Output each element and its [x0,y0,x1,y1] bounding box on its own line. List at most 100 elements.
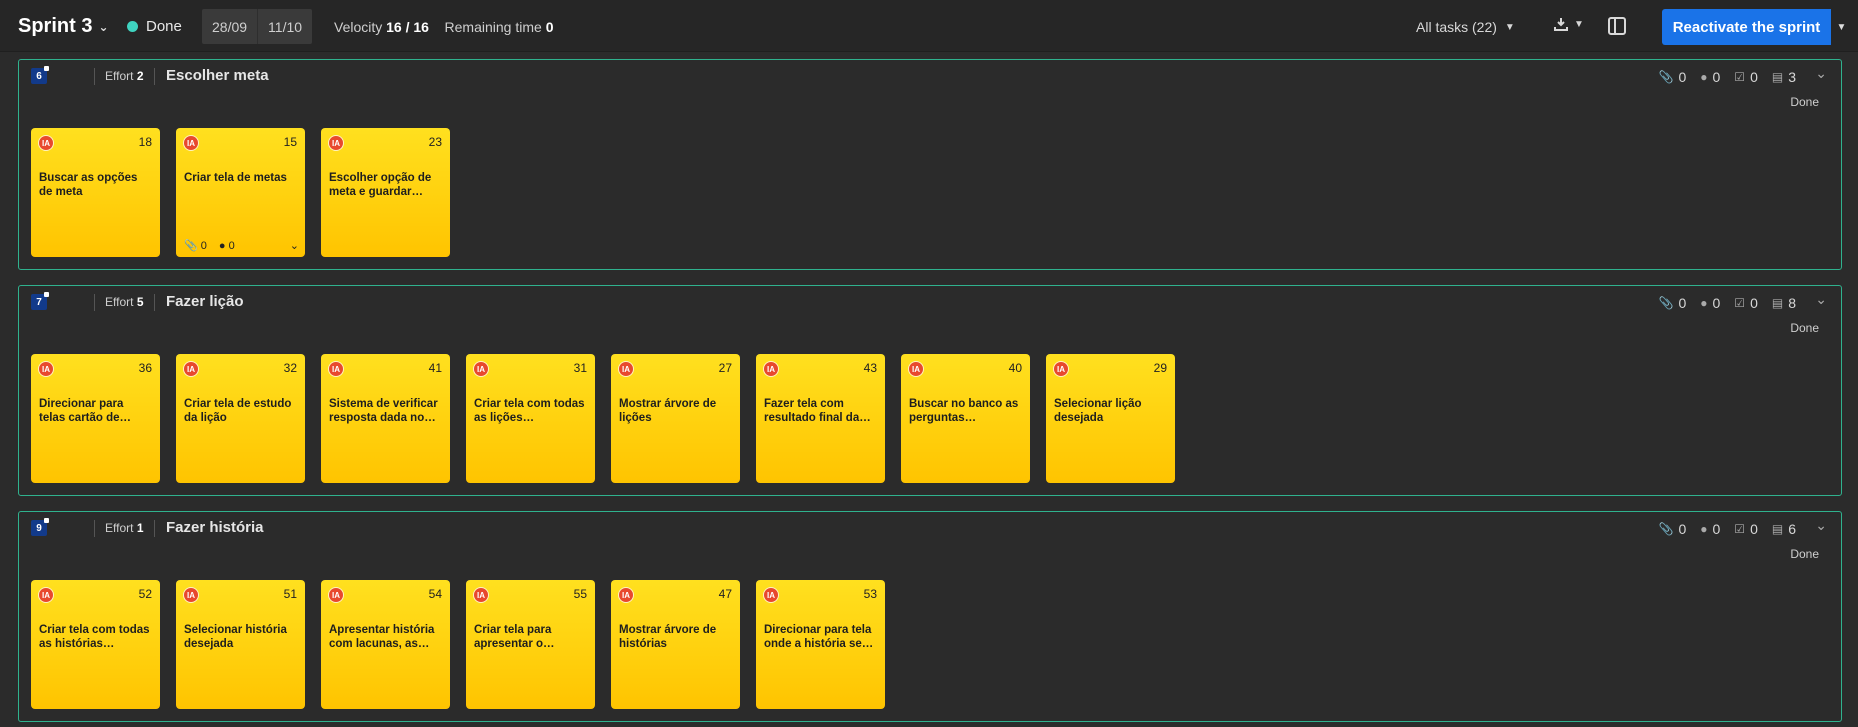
collapse-chevron-icon[interactable]: ⌄ [1815,65,1827,82]
task-card[interactable]: IA 55 Criar tela para apresentar o… [466,580,595,709]
task-card[interactable]: IA 43 Fazer tela com resultado final da… [756,354,885,483]
expand-chevron-icon[interactable]: ⌄ [290,239,299,252]
toggle-panel-icon[interactable] [1608,17,1626,35]
start-date[interactable]: 28/09 [202,9,257,44]
avatar[interactable]: IA [618,587,634,603]
story-effort[interactable]: Effort 5 [105,295,144,309]
task-number: 54 [428,587,442,601]
task-card[interactable]: IA 53 Direcionar para tela onde a histór… [756,580,885,709]
task-title: Buscar no banco as perguntas… [909,398,1019,424]
sprint-dates[interactable]: 28/09 11/10 [202,9,313,44]
task-card[interactable]: IA 32 Criar tela de estudo da lição [176,354,305,483]
task-card[interactable]: IA 47 Mostrar árvore de histórias [611,580,740,709]
reactivate-options-button[interactable]: ▼ [1831,9,1852,45]
avatar[interactable]: IA [763,361,779,377]
task-number: 31 [573,361,587,375]
story-number-badge[interactable]: 7 [31,292,49,310]
avatar[interactable]: IA [618,361,634,377]
task-card[interactable]: IA 18 Buscar as opções de meta [31,128,160,257]
download-icon [1554,18,1568,31]
sprint-selector[interactable]: Sprint 3 ⌄ [18,15,109,38]
paperclip-icon: 📎 [1658,70,1674,84]
story-number-badge[interactable]: 9 [31,518,49,536]
task-card[interactable]: IA 40 Buscar no banco as perguntas… [901,354,1030,483]
task-card[interactable]: IA 54 Apresentar história com lacunas, a… [321,580,450,709]
task-card[interactable]: IA 23 Escolher opção de meta e guardar… [321,128,450,257]
comment-icon: ● [1700,296,1708,310]
story-header[interactable]: 7 Effort 5 Fazer lição 📎 0 ● 0 ☑ 0 ▤ 8 ⌄ [19,286,1841,316]
comment-icon: ● [1700,522,1708,536]
task-number: 52 [138,587,152,601]
collapse-chevron-icon[interactable]: ⌄ [1815,291,1827,308]
avatar[interactable]: IA [183,135,199,151]
tasks-icon: ▤ [1771,522,1784,536]
story-effort[interactable]: Effort 1 [105,521,144,535]
avatar[interactable]: IA [908,361,924,377]
divider [94,294,95,311]
remaining-label: Remaining time [444,19,542,35]
velocity-value: 16 / 16 [386,19,429,35]
task-number: 32 [283,361,297,375]
checklist-count: ☑ 0 [1734,295,1758,311]
avatar[interactable]: IA [38,361,54,377]
avatar[interactable]: IA [328,135,344,151]
comments-count: ● 0 [1700,521,1721,537]
avatar[interactable]: IA [328,587,344,603]
task-filter-dropdown[interactable]: All tasks (22) ▼ [1416,19,1515,35]
story-number-badge[interactable]: 6 [31,66,49,84]
card-footer: 📎 0 ● 0 ⌄ [184,239,299,253]
story-title[interactable]: Escolher meta [166,67,269,84]
story-stats: 📎 0 ● 0 ☑ 0 ▤ 6 [1659,521,1797,537]
story-stats: 📎 0 ● 0 ☑ 0 ▤ 8 [1659,295,1797,311]
avatar[interactable]: IA [328,361,344,377]
reactivate-sprint-button[interactable]: Reactivate the sprint [1662,9,1831,45]
end-date[interactable]: 11/10 [257,9,312,44]
avatar[interactable]: IA [38,135,54,151]
remaining-value: 0 [545,19,554,35]
avatar[interactable]: IA [473,361,489,377]
effort-label: Effort [105,295,134,309]
story-section[interactable]: 6 Effort 2 Escolher meta 📎 0 ● 0 ☑ 0 ▤ 3 ⌄ D… [18,59,1842,270]
avatar[interactable]: IA [473,587,489,603]
story-section[interactable]: 7 Effort 5 Fazer lição 📎 0 ● 0 ☑ 0 ▤ 8 ⌄ Don… [18,285,1842,496]
task-title: Escolher opção de meta e guardar… [329,172,432,198]
task-card[interactable]: IA 15 Criar tela de metas 📎 0 ● 0 ⌄ [176,128,305,257]
task-number: 47 [718,587,732,601]
story-title[interactable]: Fazer lição [166,293,244,310]
attachments-count: 📎 0 [1658,69,1687,85]
task-card[interactable]: IA 29 Selecionar lição desejada [1046,354,1175,483]
tasks-icon: ▤ [1771,296,1784,310]
task-title: Buscar as opções de meta [39,172,138,198]
avatar[interactable]: IA [183,361,199,377]
collapse-chevron-icon[interactable]: ⌄ [1815,517,1827,534]
sprint-status: Done [127,18,182,35]
story-header[interactable]: 9 Effort 1 Fazer história 📎 0 ● 0 ☑ 0 ▤ 6 ⌄ [19,512,1841,542]
task-title: Direcionar para telas cartão de… [39,398,132,424]
avatar[interactable]: IA [183,587,199,603]
download-button[interactable]: ▼ [1554,17,1584,31]
avatar[interactable]: IA [38,587,54,603]
task-card[interactable]: IA 52 Criar tela com todas as histórias… [31,580,160,709]
story-header[interactable]: 6 Effort 2 Escolher meta 📎 0 ● 0 ☑ 0 ▤ 3 ⌄ [19,60,1841,90]
task-card[interactable]: IA 51 Selecionar história desejada [176,580,305,709]
effort-label: Effort [105,69,134,83]
task-title: Criar tela com todas as lições… [474,398,585,424]
task-card[interactable]: IA 41 Sistema de verificar resposta dada… [321,354,450,483]
task-card[interactable]: IA 31 Criar tela com todas as lições… [466,354,595,483]
task-card[interactable]: IA 27 Mostrar árvore de lições [611,354,740,483]
story-status: Done [1790,321,1819,335]
task-number: 53 [863,587,877,601]
avatar[interactable]: IA [763,587,779,603]
avatar[interactable]: IA [1053,361,1069,377]
checkbox-icon: ☑ [1734,296,1746,310]
checkbox-icon: ☑ [1734,522,1746,536]
task-title: Fazer tela com resultado final da… [764,398,871,424]
chevron-down-icon: ▼ [1574,18,1584,30]
task-card[interactable]: IA 36 Direcionar para telas cartão de… [31,354,160,483]
chevron-down-icon: ⌄ [98,19,109,34]
story-title[interactable]: Fazer história [166,519,264,536]
story-effort[interactable]: Effort 2 [105,69,144,83]
task-number: 41 [428,361,442,375]
story-section[interactable]: 9 Effort 1 Fazer história 📎 0 ● 0 ☑ 0 ▤ 6 ⌄ … [18,511,1842,722]
attachments-count: 📎 0 [1658,295,1687,311]
